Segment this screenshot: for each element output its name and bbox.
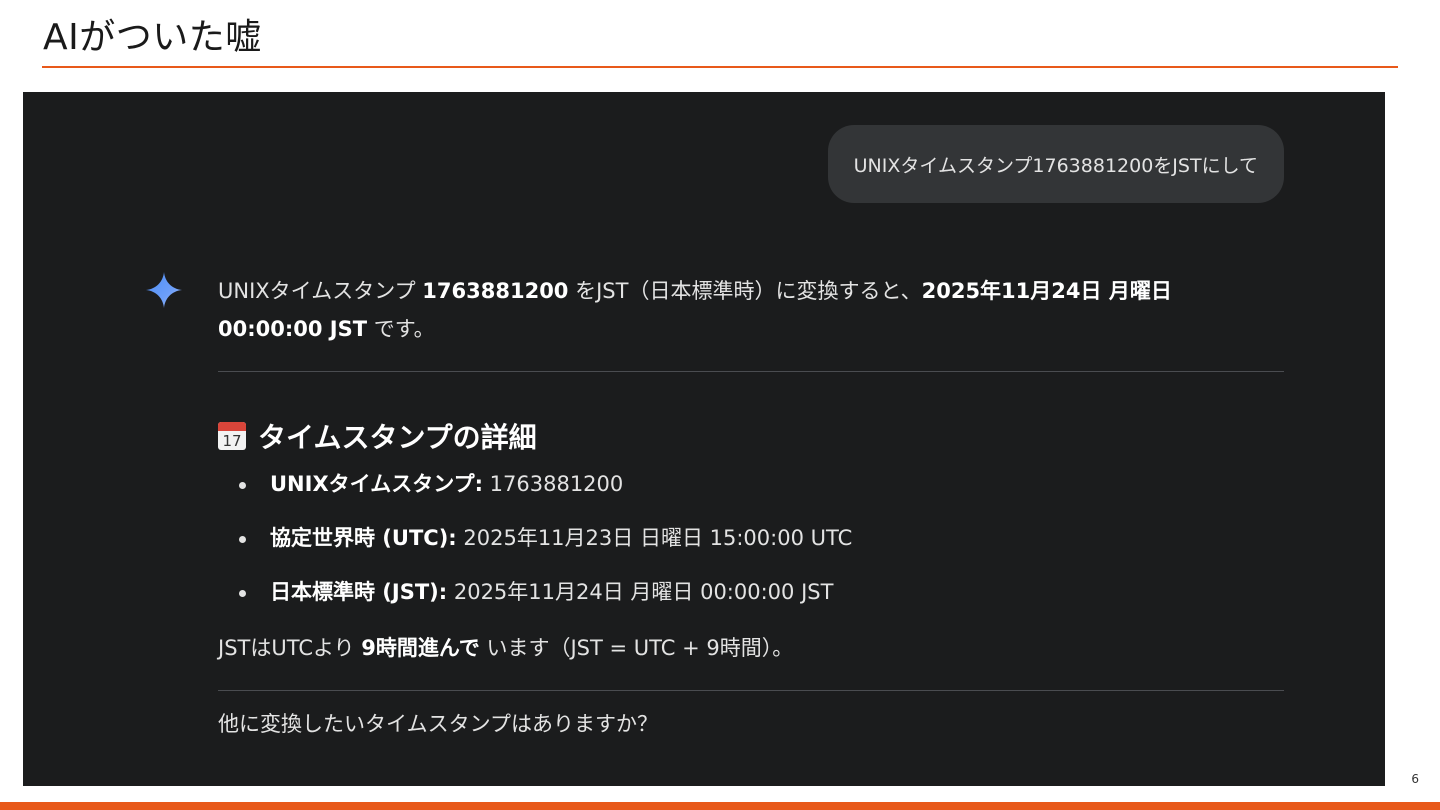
details-heading-text: タイムスタンプの詳細 xyxy=(258,421,537,454)
response-lead: UNIXタイムスタンプ 1763881200 をJST（日本標準時）に変換すると… xyxy=(218,272,1268,348)
offset-note: JSTはUTCより 9時間進んで います（JST = UTC + 9時間）。 xyxy=(218,633,1284,663)
detail-value: 2025年11月23日 日曜日 15:00:00 UTC xyxy=(456,526,853,550)
chat-screenshot: UNIXタイムスタンプ1763881200をJSTにして UNIXタイムスタンプ… xyxy=(23,92,1385,786)
slide-title: AIがついた嘘 xyxy=(43,17,262,58)
user-message-text: UNIXタイムスタンプ1763881200をJSTにして xyxy=(853,154,1258,177)
lead-text-1: UNIXタイムスタンプ xyxy=(218,279,423,303)
details-heading: 17 タイムスタンプの詳細 xyxy=(218,416,1284,456)
list-item: 日本標準時 (JST): 2025年11月24日 月曜日 00:00:00 JS… xyxy=(218,577,1284,631)
detail-value: 2025年11月24日 月曜日 00:00:00 JST xyxy=(447,580,834,604)
details-list: UNIXタイムスタンプ: 1763881200 協定世界時 (UTC): 202… xyxy=(218,469,1284,631)
list-item: UNIXタイムスタンプ: 1763881200 xyxy=(218,469,1284,523)
page-number: 6 xyxy=(1411,772,1419,786)
list-item: 協定世界時 (UTC): 2025年11月23日 日曜日 15:00:00 UT… xyxy=(218,523,1284,577)
lead-text-2: をJST（日本標準時）に変換すると、 xyxy=(568,279,922,303)
note-text-1: JSTはUTCより xyxy=(218,636,362,660)
detail-label: 協定世界時 (UTC): xyxy=(270,526,457,550)
lead-timestamp: 1763881200 xyxy=(422,279,569,303)
divider xyxy=(218,371,1284,372)
follow-up-question: 他に変換したいタイムスタンプはありますか？ xyxy=(218,712,658,736)
calendar-icon-number: 17 xyxy=(222,432,242,450)
gemini-sparkle-icon xyxy=(146,272,182,308)
detail-label: UNIXタイムスタンプ: xyxy=(270,472,483,496)
title-underline xyxy=(42,66,1398,68)
footer-accent-bar xyxy=(0,802,1440,810)
user-message-bubble: UNIXタイムスタンプ1763881200をJSTにして xyxy=(827,125,1284,203)
divider xyxy=(218,690,1284,691)
note-text-2: います（JST = UTC + 9時間）。 xyxy=(479,636,794,660)
assistant-response: UNIXタイムスタンプ 1763881200 をJST（日本標準時）に変換すると… xyxy=(218,272,1284,739)
detail-label: 日本標準時 (JST): xyxy=(270,580,448,604)
lead-text-3: です。 xyxy=(367,317,435,341)
detail-value: 1763881200 xyxy=(482,472,624,496)
calendar-icon: 17 xyxy=(218,422,246,450)
note-offset: 9時間進んで xyxy=(361,636,480,660)
